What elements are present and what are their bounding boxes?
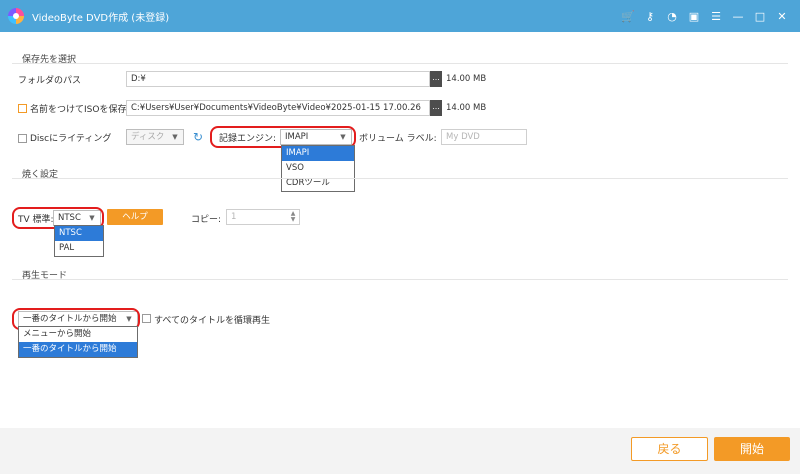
iso-size: 14.00 MB [446, 103, 487, 113]
minimize-icon[interactable]: — [730, 6, 746, 26]
back-button[interactable]: 戻る [631, 437, 708, 461]
folder-path-label: フォルダのパス [18, 76, 82, 86]
tv-standard-value: NTSC [58, 213, 81, 223]
engine-dropdown-list: IMAPI VSO CDRツール [281, 145, 355, 192]
engine-option-imapi[interactable]: IMAPI [282, 146, 354, 161]
volume-input[interactable]: My DVD [441, 129, 527, 145]
engine-dropdown-value: IMAPI [285, 132, 309, 142]
start-button[interactable]: 開始 [714, 437, 790, 461]
cart-icon[interactable]: 🛒 [620, 6, 636, 26]
disc-checkbox[interactable] [18, 134, 27, 143]
folder-browse-button[interactable]: ... [430, 71, 442, 87]
tv-standard-dropdown[interactable]: NTSC ▼ [53, 210, 101, 226]
app-logo [8, 8, 24, 24]
chevron-down-icon: ▼ [172, 133, 178, 141]
save-divider [12, 63, 788, 64]
loop-label: すべてのタイトルを循環再生 [154, 316, 271, 326]
engine-label: 記録エンジン: [219, 134, 277, 144]
titlebar-controls: 🛒 ⚷ ◔ ▣ ☰ — □ ✕ [620, 6, 790, 26]
playback-divider [12, 279, 788, 280]
disc-label: Discにライティング [30, 134, 112, 144]
window-title: VideoByte DVD作成 (未登録) [32, 13, 170, 24]
iso-browse-button[interactable]: ... [430, 100, 442, 116]
playback-mode-dropdown-list: メニューから開始 一番のタイトルから開始 [18, 326, 138, 358]
loop-checkbox[interactable] [142, 314, 151, 323]
chevron-down-icon: ▼ [126, 315, 132, 323]
menu-icon[interactable]: ☰ [708, 6, 724, 26]
copy-label: コピー: [191, 215, 222, 225]
chevron-down-icon: ▼ [89, 214, 95, 222]
tv-standard-label: TV 標準: [18, 215, 54, 225]
key-icon[interactable]: ⚷ [642, 6, 658, 26]
disc-dropdown-value: ディスク [131, 132, 165, 142]
folder-size: 14.00 MB [446, 74, 487, 84]
iso-path-field[interactable]: C:¥Users¥User¥Documents¥VideoByte¥Video¥… [126, 100, 430, 116]
maximize-icon[interactable]: □ [752, 6, 768, 26]
refresh-icon[interactable]: ↻ [191, 130, 205, 144]
tv-option-pal[interactable]: PAL [55, 241, 103, 256]
disc-dropdown[interactable]: ディスク ▼ [126, 129, 184, 145]
settings-panel: 保存先を選択 フォルダのパス D:¥ ... 14.00 MB 名前をつけてIS… [0, 32, 800, 428]
volume-label: ボリューム ラベル: [359, 134, 437, 144]
playback-mode-value: 一番のタイトルから開始 [23, 314, 117, 324]
folder-path-field[interactable]: D:¥ [126, 71, 430, 87]
feedback-icon[interactable]: ◔ [664, 6, 680, 26]
mode-option-menu[interactable]: メニューから開始 [19, 327, 137, 342]
copy-value: 1 [231, 212, 237, 222]
tv-option-ntsc[interactable]: NTSC [55, 226, 103, 241]
iso-checkbox[interactable] [18, 104, 27, 113]
engine-dropdown[interactable]: IMAPI ▼ [280, 129, 352, 145]
spinner-arrows-icon[interactable]: ▲ ▼ [289, 211, 297, 223]
burn-divider [12, 178, 788, 179]
copy-input[interactable]: 1 ▲ ▼ [226, 209, 300, 225]
chevron-down-icon: ▼ [340, 133, 346, 141]
close-icon[interactable]: ✕ [774, 6, 790, 26]
playback-mode-dropdown[interactable]: 一番のタイトルから開始 ▼ [18, 311, 138, 327]
message-icon[interactable]: ▣ [686, 6, 702, 26]
tv-standard-dropdown-list: NTSC PAL [54, 225, 104, 257]
help-button[interactable]: ヘルプ [107, 209, 163, 225]
engine-option-vso[interactable]: VSO [282, 161, 354, 176]
mode-option-first-title[interactable]: 一番のタイトルから開始 [19, 342, 137, 357]
iso-label: 名前をつけてISOを保存 [30, 105, 127, 115]
title-bar: VideoByte DVD作成 (未登録) 🛒 ⚷ ◔ ▣ ☰ — □ ✕ [0, 0, 800, 32]
